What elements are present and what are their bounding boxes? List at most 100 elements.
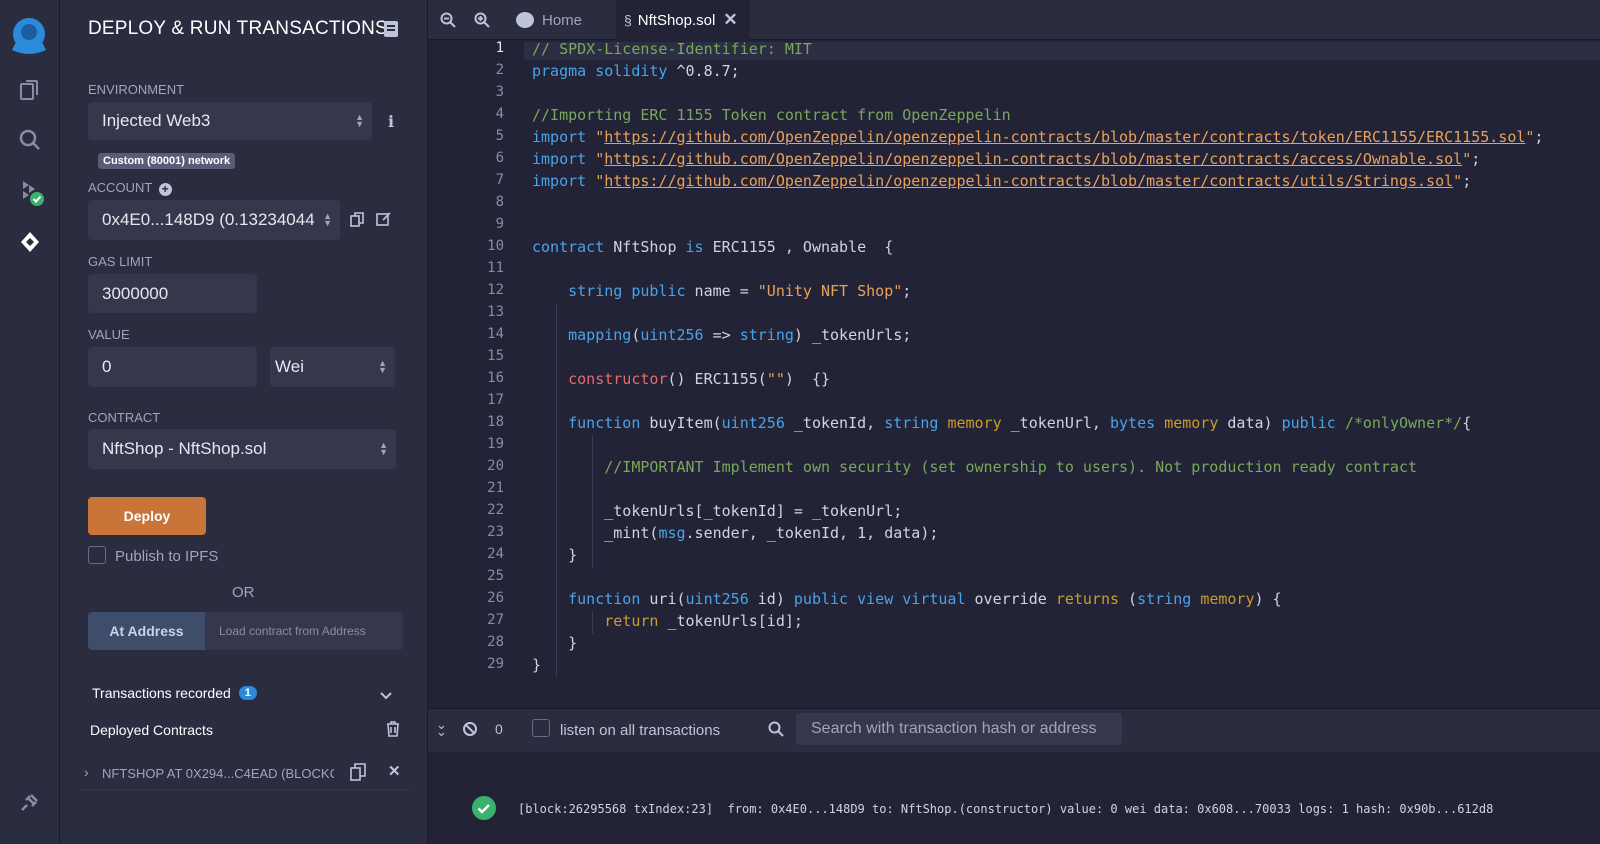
line-number: 23 — [487, 524, 504, 540]
search-icon — [768, 721, 784, 742]
plugin-manager-icon[interactable] — [14, 786, 46, 818]
code-line: pragma solidity ^0.8.7; — [532, 62, 740, 80]
code-line: //Importing ERC 1155 Token contract from… — [532, 106, 1011, 124]
tab-nftshop-label: NftShop.sol — [637, 11, 716, 29]
transactions-recorded-header[interactable]: Transactions recorded 1 — [92, 685, 257, 701]
panel-title: DEPLOY & RUN TRANSACTIONS — [88, 18, 388, 39]
value-label: VALUE — [88, 327, 130, 342]
line-number: 26 — [487, 590, 504, 606]
info-icon[interactable]: i — [388, 112, 394, 131]
code-line: } — [532, 546, 578, 564]
remix-logo-icon[interactable] — [6, 12, 52, 58]
transactions-count-badge: 1 — [238, 686, 257, 700]
code-line: } — [532, 634, 578, 652]
solidity-compiler-icon[interactable] — [14, 176, 46, 208]
select-arrows-icon: ▲ ▼ — [323, 211, 332, 228]
code-line: mapping(uint256 => string) _tokenUrls; — [568, 326, 912, 344]
line-number: 19 — [487, 436, 504, 452]
deployed-instance-label: NFTSHOP AT 0X294...C4EAD (BLOCKCH — [102, 766, 334, 781]
listen-all-checkbox[interactable] — [532, 719, 550, 737]
line-number: 16 — [487, 370, 504, 386]
value-unit-select[interactable]: Wei ▲ ▼ — [270, 347, 395, 387]
gas-limit-label: GAS LIMIT — [88, 254, 153, 269]
account-value: 0x4E0...148D9 (0.13234044 — [102, 210, 314, 229]
value-unit-value: Wei — [275, 357, 304, 376]
listen-all-label: listen on all transactions — [560, 722, 721, 739]
line-number: 8 — [495, 194, 504, 210]
gas-limit-input[interactable]: 3000000 — [88, 274, 257, 313]
load-address-input[interactable]: Load contract from Address — [205, 612, 403, 650]
account-label-text: ACCOUNT — [88, 180, 153, 195]
editor-area: Home § NftShop.sol ✕ 1 2 3 4 5 6 7 8 9 10 11 12 13 14… — [428, 0, 1600, 844]
terminal-toolbar: ⌄ ⌄ 0 listen on all transactions Search w… — [428, 708, 1600, 752]
line-number: 11 — [487, 260, 504, 276]
chevron-down-icon[interactable] — [380, 688, 392, 706]
publish-ipfs-checkbox[interactable] — [88, 546, 106, 564]
line-number: 1 — [495, 40, 504, 56]
environment-label: ENVIRONMENT — [88, 82, 185, 97]
line-number: 25 — [487, 568, 504, 584]
file-explorer-icon[interactable] — [14, 74, 46, 106]
trash-icon[interactable] — [386, 721, 400, 742]
add-account-icon[interactable]: + — [158, 183, 172, 196]
contract-select[interactable]: NftShop - NftShop.sol ▲ ▼ — [88, 429, 396, 469]
line-number: 29 — [487, 656, 504, 672]
code-line: import "https://github.com/OpenZeppelin/… — [532, 128, 1544, 146]
line-number: 22 — [487, 502, 504, 518]
line-number: 13 — [487, 304, 504, 320]
value-input[interactable]: 0 — [88, 347, 257, 387]
zoom-out-icon[interactable] — [440, 12, 456, 33]
deploy-run-icon[interactable] — [14, 226, 46, 258]
line-number: 12 — [487, 282, 504, 298]
deployed-instance-row[interactable]: › NFTSHOP AT 0X294...C4EAD (BLOCKCH ✕ — [80, 760, 410, 790]
code-line: _mint(msg.sender, _tokenId, 1, data); — [532, 524, 939, 542]
at-address-button[interactable]: At Address — [88, 612, 205, 650]
success-check-icon — [472, 796, 496, 825]
copy-address-icon[interactable] — [350, 763, 366, 786]
transactions-recorded-label: Transactions recorded — [92, 685, 231, 701]
close-icon[interactable]: ✕ — [388, 762, 401, 780]
line-number: 17 — [487, 392, 504, 408]
code-line: import "https://github.com/OpenZeppelin/… — [532, 150, 1481, 168]
line-number: 15 — [487, 348, 504, 364]
line-number: 28 — [487, 634, 504, 650]
line-number: 5 — [495, 128, 504, 144]
publish-ipfs-label: Publish to IPFS — [115, 548, 219, 565]
tab-nftshop-sol[interactable]: § NftShop.sol ✕ — [616, 0, 750, 40]
search-icon[interactable] — [14, 124, 46, 156]
line-number: 2 — [495, 62, 504, 78]
line-number: 14 — [487, 326, 504, 342]
code-line: function buyItem(uint256 _tokenId, strin… — [568, 414, 1472, 432]
collapse-terminal-icon[interactable]: ⌄ ⌄ — [436, 718, 447, 738]
chevron-right-icon[interactable]: › — [84, 764, 89, 780]
environment-value: Injected Web3 — [102, 111, 211, 130]
code-line: function uri(uint256 id) public view vir… — [568, 590, 1282, 608]
code-editor[interactable]: 1 2 3 4 5 6 7 8 9 10 11 12 13 14 15 16 17 18 19 20 21 22 23 24 2… — [428, 40, 1600, 720]
edit-account-icon[interactable] — [376, 211, 392, 232]
documentation-icon[interactable] — [384, 21, 398, 37]
transaction-log-line[interactable]: [block:26295568 txIndex:23] from: 0x4E0.… — [518, 802, 1493, 816]
environment-select[interactable]: Injected Web3 ▲ ▼ — [88, 102, 372, 140]
code-line: //IMPORTANT Implement own security (set … — [604, 458, 1418, 476]
code-line: string public name = "Unity NFT Shop"; — [568, 282, 912, 300]
icon-sidebar — [0, 0, 60, 844]
copy-account-icon[interactable] — [350, 212, 364, 233]
clear-console-icon[interactable] — [462, 721, 478, 742]
code-line: // SPDX-License-Identifier: MIT — [532, 40, 812, 58]
line-number: 27 — [487, 612, 504, 628]
code-line: contract NftShop is ERC1155 , Ownable { — [532, 238, 894, 256]
line-number: 20 — [487, 458, 504, 474]
pending-transactions-count: 0 — [495, 721, 503, 737]
tab-home[interactable]: Home — [512, 0, 616, 40]
line-number: 10 — [487, 238, 504, 254]
terminal-search-input[interactable]: Search with transaction hash or address — [796, 713, 1122, 745]
deploy-button[interactable]: Deploy — [88, 497, 206, 535]
close-tab-icon[interactable]: ✕ — [723, 10, 737, 30]
zoom-in-icon[interactable] — [474, 12, 490, 33]
contract-value: NftShop - NftShop.sol — [102, 439, 267, 458]
account-select[interactable]: 0x4E0...148D9 (0.13234044 ▲ ▼ — [88, 200, 340, 240]
line-number: 18 — [487, 414, 504, 430]
tab-home-label: Home — [542, 11, 583, 29]
line-number: 24 — [487, 546, 504, 562]
solidity-file-icon: § — [624, 12, 632, 28]
